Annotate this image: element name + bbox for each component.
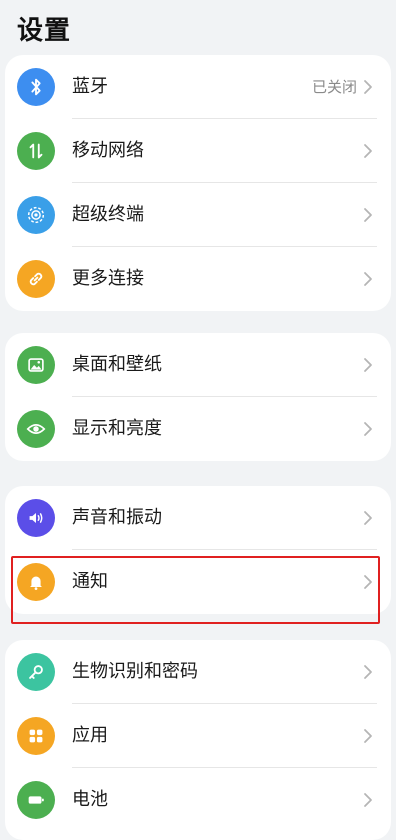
bluetooth-status: 已关闭 [311,78,357,96]
volume-icon [17,499,55,537]
settings-item-label: 应用 [72,725,108,746]
settings-item-mobile-network[interactable]: 移动网络 [5,119,391,183]
chevron-right-icon [364,358,372,372]
eye-icon [17,410,55,448]
settings-item-label: 蓝牙 [72,76,108,97]
chevron-right-icon [364,665,372,679]
battery-icon [17,781,55,819]
chevron-right-icon [364,511,372,525]
settings-item-label: 生物识别和密码 [72,661,198,682]
settings-item-label: 通知 [72,571,108,592]
settings-item-bluetooth[interactable]: 蓝牙 已关闭 [5,55,391,119]
settings-item-label: 显示和亮度 [72,418,162,439]
chevron-right-icon [364,144,372,158]
chevron-right-icon [364,793,372,807]
chevron-right-icon [364,729,372,743]
wallpaper-icon [17,346,55,384]
link-icon [17,260,55,298]
settings-item-sound-vibration[interactable]: 声音和振动 [5,486,391,550]
page-title: 设置 [17,16,72,46]
connectivity-group: 蓝牙 已关闭 移动网络 超级终端 更多连接 [5,55,391,311]
settings-item-wallpaper[interactable]: 桌面和壁纸 [5,333,391,397]
security-apps-group: 生物识别和密码 应用 电池 [5,640,391,840]
chevron-right-icon [364,575,372,589]
settings-item-label: 超级终端 [72,204,144,225]
bluetooth-icon [17,68,55,106]
settings-item-notifications[interactable]: 通知 [5,550,391,614]
settings-item-more-connections[interactable]: 更多连接 [5,247,391,311]
chevron-right-icon [364,272,372,286]
key-icon [17,653,55,691]
mobile-network-icon [17,132,55,170]
settings-item-super-device[interactable]: 超级终端 [5,183,391,247]
settings-item-apps[interactable]: 应用 [5,704,391,768]
display-group: 桌面和壁纸 显示和亮度 [5,333,391,461]
chevron-right-icon [364,208,372,222]
bell-icon [17,563,55,601]
settings-item-biometrics-password[interactable]: 生物识别和密码 [5,640,391,704]
settings-item-label: 声音和振动 [72,507,162,528]
sound-notification-group: 声音和振动 通知 [5,486,391,614]
settings-item-label: 电池 [72,789,108,810]
super-device-icon [17,196,55,234]
chevron-right-icon [364,422,372,436]
chevron-right-icon [364,80,372,94]
settings-item-label: 桌面和壁纸 [72,354,162,375]
settings-item-label: 移动网络 [72,140,144,161]
apps-icon [17,717,55,755]
settings-item-label: 更多连接 [72,268,144,289]
settings-item-display-brightness[interactable]: 显示和亮度 [5,397,391,461]
settings-item-battery[interactable]: 电池 [5,768,391,832]
